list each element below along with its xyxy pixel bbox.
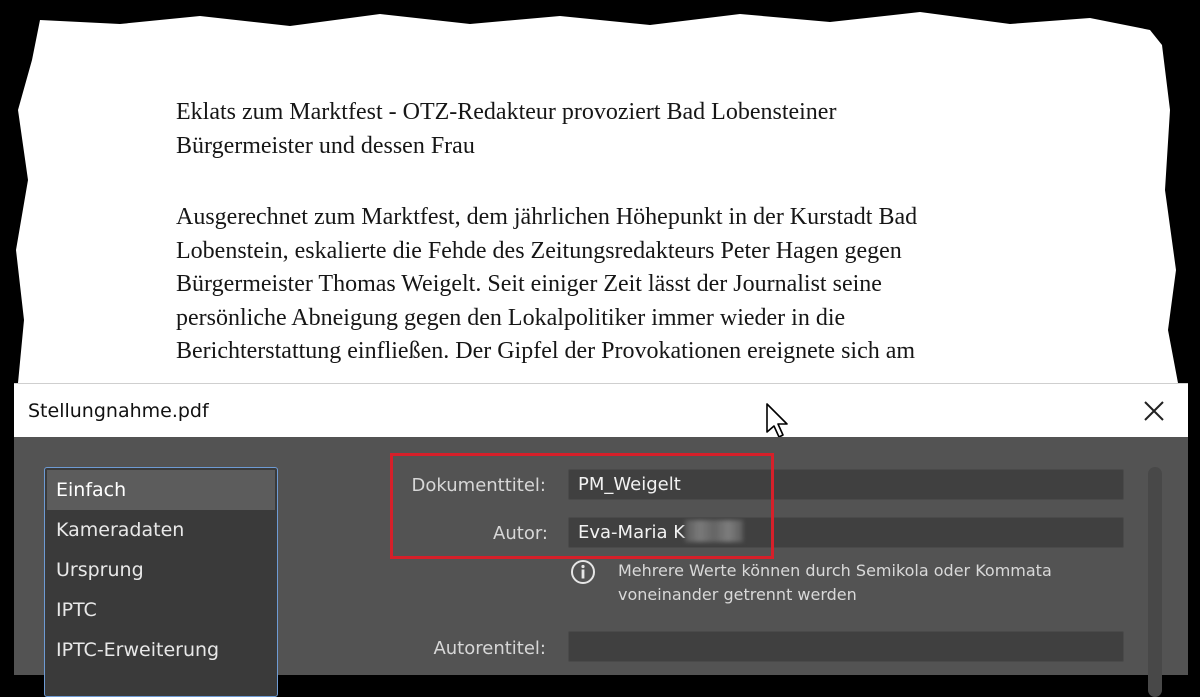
document-body-line: Bürgermeister Thomas Weigelt. Seit einig… <box>176 271 882 297</box>
author-title-label: Autorentitel: <box>433 638 546 659</box>
dialog-title: Stellungnahme.pdf <box>28 400 209 422</box>
sidebar-item-iptc[interactable]: IPTC <box>47 590 275 630</box>
document-body-line: Berichterstattung einfließen. Der Gipfel… <box>176 338 916 364</box>
document-title-line: Bürgermeister und dessen Frau <box>176 132 475 159</box>
info-icon <box>571 560 595 584</box>
sidebar-item-iptc-erweiterung[interactable]: IPTC-Erweiterung <box>47 630 275 670</box>
sidebar-item-ursprung[interactable]: Ursprung <box>47 550 275 590</box>
scrollbar[interactable] <box>1148 467 1162 697</box>
red-highlight-box <box>390 453 774 559</box>
close-icon[interactable] <box>1142 399 1166 423</box>
dialog-titlebar: Stellungnahme.pdf <box>14 383 1188 438</box>
multi-value-hint: Mehrere Werte können durch Semikola oder… <box>618 561 1052 604</box>
mouse-cursor-icon <box>766 403 788 438</box>
document-body-line: Lobenstein, eskalierte die Fehde des Zei… <box>176 237 902 264</box>
sidebar-item-kameradaten[interactable]: Kameradaten <box>47 510 275 550</box>
author-title-input[interactable] <box>568 631 1124 662</box>
document-body-line: persönliche Abneigung gegen den Lokalpol… <box>176 304 846 331</box>
document-title-line: Eklats zum Marktfest - OTZ-Redakteur pro… <box>176 99 837 125</box>
document-text: Eklats zum Marktfest - OTZ-Redakteur pro… <box>176 96 1076 369</box>
sidebar-item-einfach[interactable]: Einfach <box>47 470 275 510</box>
document-body-line: Ausgerechnet zum Marktfest, dem jährlich… <box>176 204 918 230</box>
category-list: Einfach Kameradaten Ursprung IPTC IPTC-E… <box>44 467 278 697</box>
dialog-body: Einfach Kameradaten Ursprung IPTC IPTC-E… <box>14 437 1188 697</box>
